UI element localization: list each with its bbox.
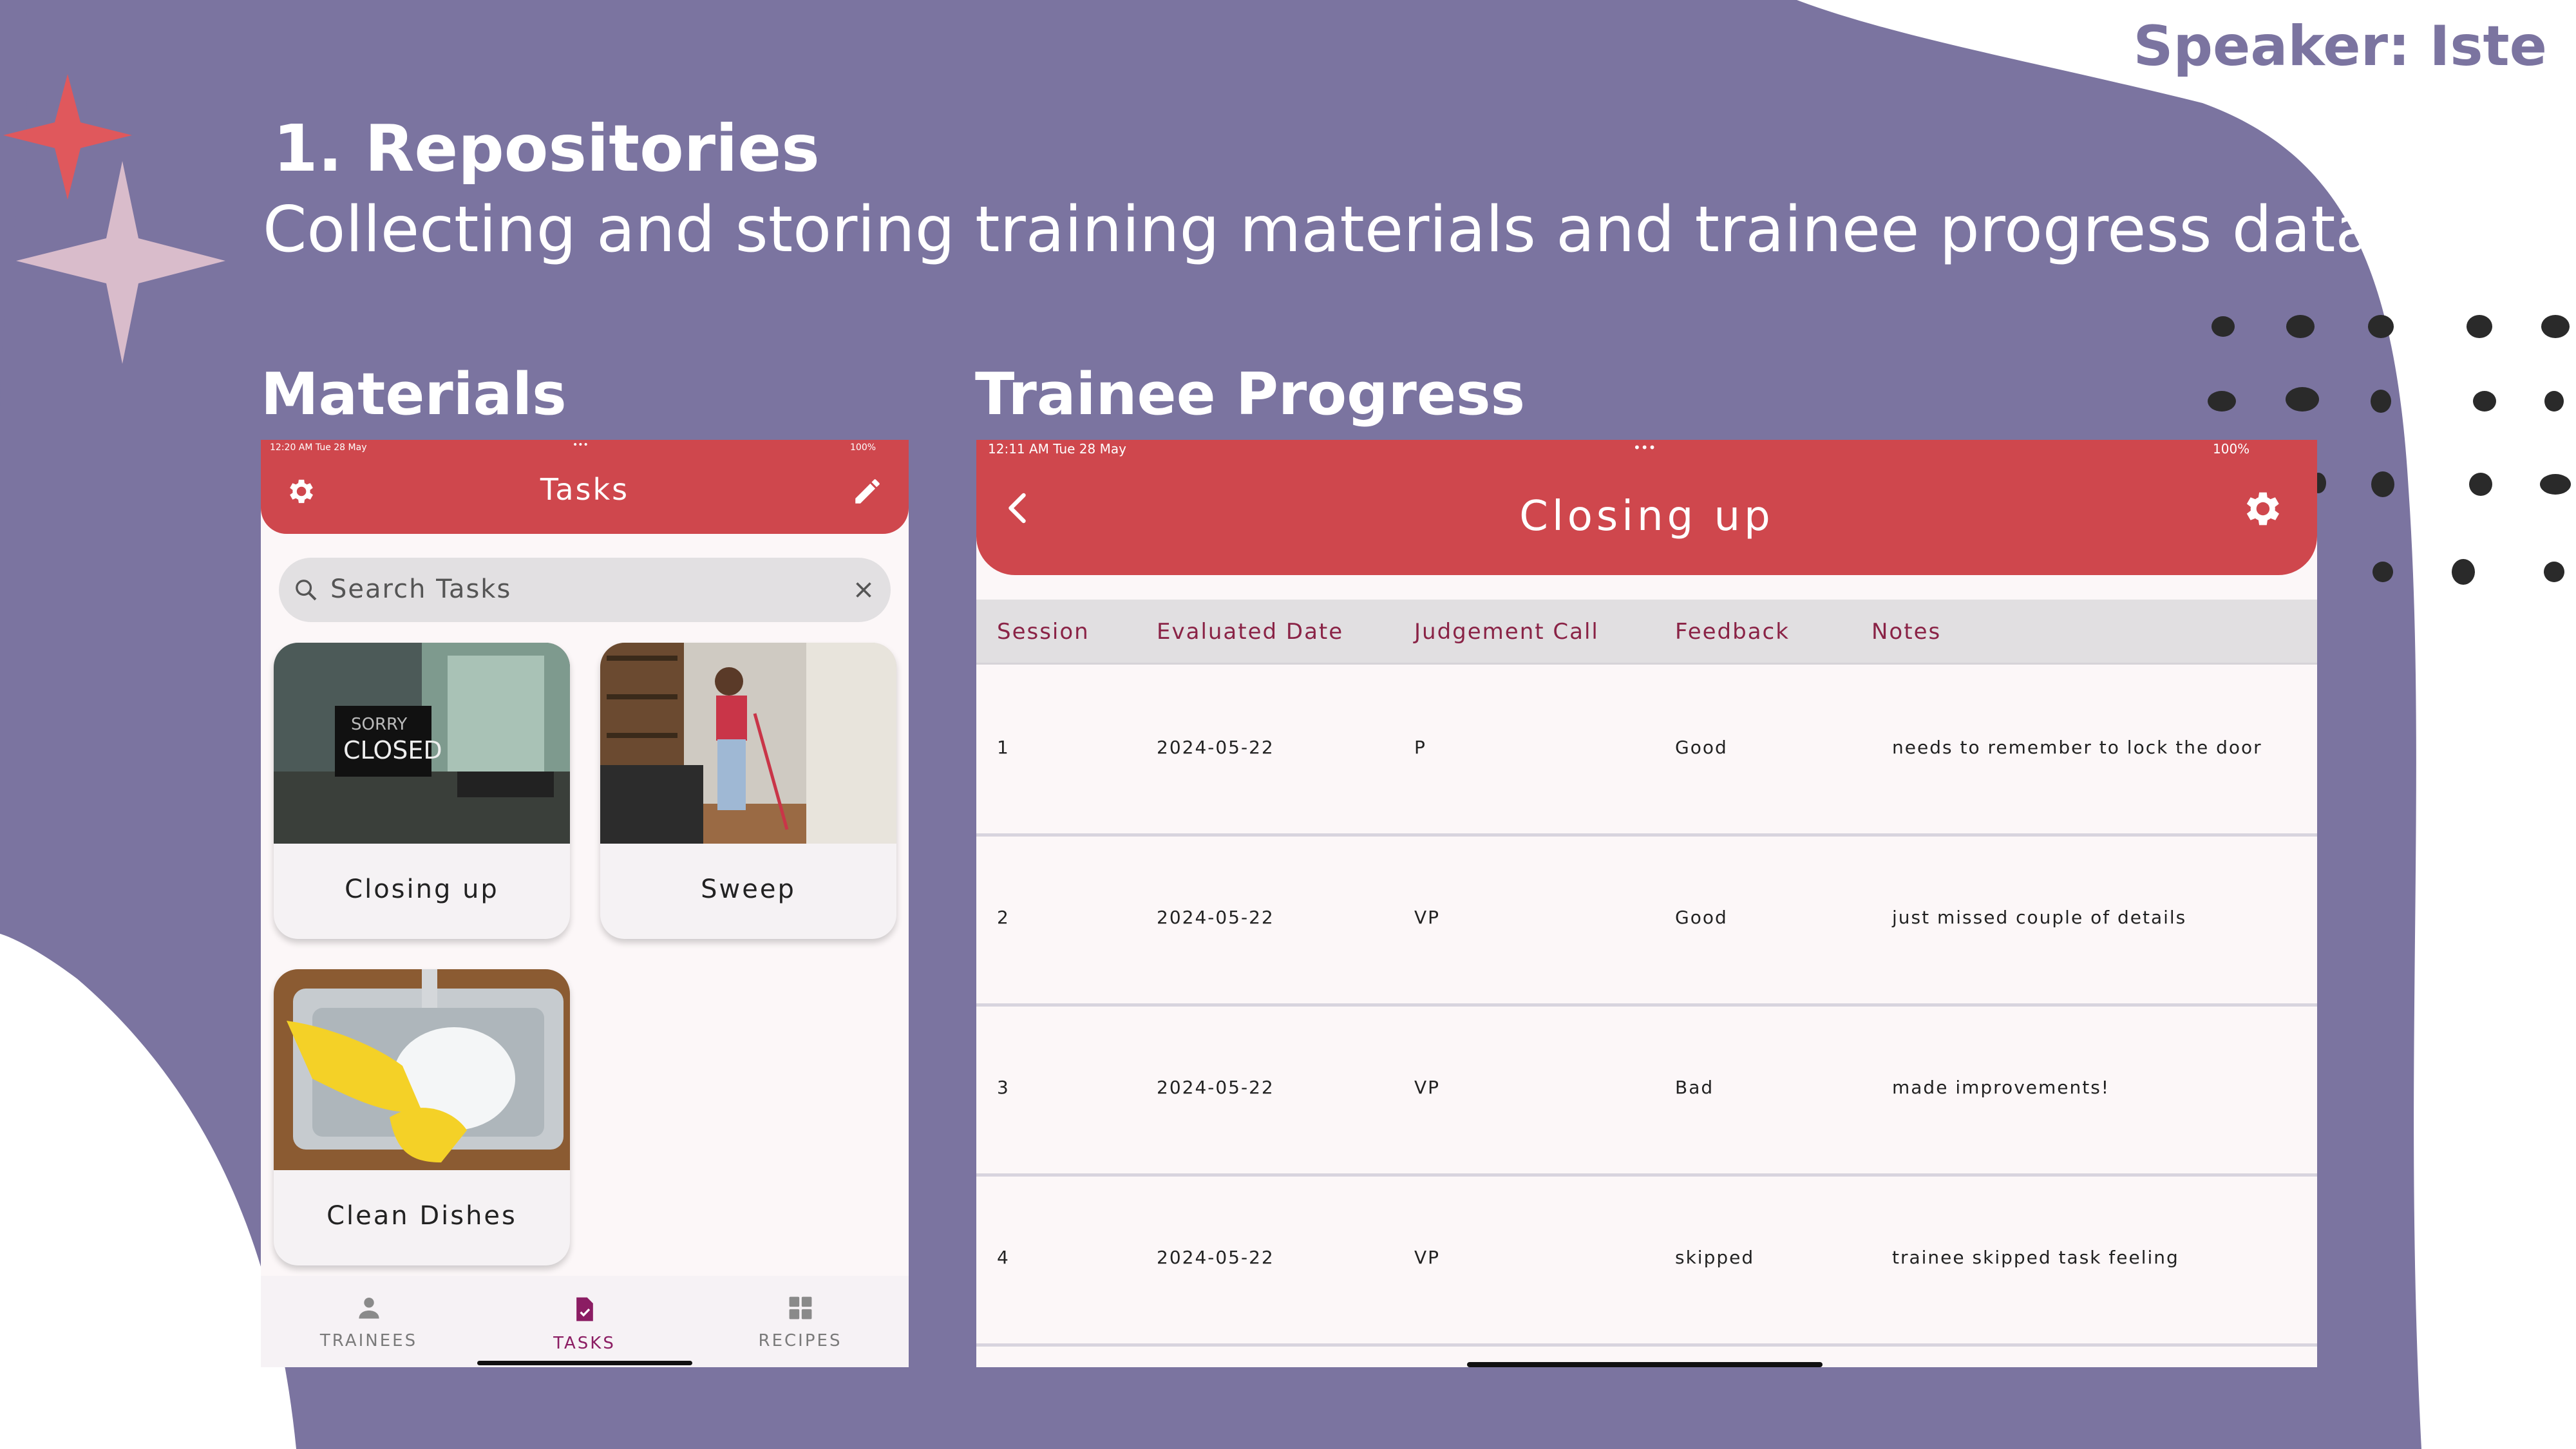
cell-date: 2024-05-22 xyxy=(1157,737,1274,758)
nav-tasks-label: TASKS xyxy=(553,1334,616,1353)
photo-sign-sorry: SORRY xyxy=(351,715,407,734)
edit-pencil-icon[interactable] xyxy=(851,475,884,507)
progress-app-screenshot: 12:11 AM Tue 28 May ••• 100% Closing up … xyxy=(976,440,2317,1367)
grid-icon xyxy=(789,1296,811,1320)
status-dots: ••• xyxy=(1633,440,1656,455)
clear-icon[interactable] xyxy=(852,578,875,601)
photo-sign-closed: CLOSED xyxy=(343,736,442,764)
task-icon xyxy=(576,1297,593,1321)
col-evaluated-date[interactable]: Evaluated Date xyxy=(1157,619,1343,645)
search-icon xyxy=(296,580,317,601)
table-row[interactable]: 2 2024-05-22 VP Good just missed couple … xyxy=(976,835,2317,1007)
cell-notes: trainee skipped task feeling xyxy=(1892,1247,2179,1268)
task-card-label: Closing up xyxy=(345,875,499,904)
nav-recipes-label: RECIPES xyxy=(758,1331,842,1350)
slide-subtitle: Collecting and storing training material… xyxy=(263,193,2374,267)
speaker-credit: Speaker: Iste xyxy=(2133,14,2547,79)
search-placeholder: Search Tasks xyxy=(330,574,512,604)
col-judgement-call[interactable]: Judgement Call xyxy=(1414,619,1599,645)
nav-trainees-label: TRAINEES xyxy=(319,1331,418,1350)
dishwashing-photo xyxy=(274,969,570,1170)
task-card-label: Sweep xyxy=(701,875,796,904)
cell-session: 3 xyxy=(997,1077,1010,1098)
cell-feedback: Good xyxy=(1675,907,1728,928)
slide-heading: 1. Repositories xyxy=(273,111,820,186)
search-input[interactable]: Search Tasks xyxy=(279,558,891,622)
bottom-navigation: TRAINEES TASKS RECIPES xyxy=(261,1276,909,1367)
table-row[interactable]: 4 2024-05-22 VP skipped trainee skipped … xyxy=(976,1175,2317,1347)
cell-notes: made improvements! xyxy=(1892,1077,2110,1098)
cell-date: 2024-05-22 xyxy=(1157,907,1274,928)
nav-tasks[interactable]: TASKS xyxy=(477,1294,692,1353)
task-card-clean-dishes[interactable]: Clean Dishes xyxy=(274,969,570,1265)
cell-session: 2 xyxy=(997,907,1010,928)
closed-sign-photo: SORRY CLOSED xyxy=(274,643,570,844)
tasks-app-screenshot: 12:20 AM Tue 28 May ••• 100% Tasks Searc… xyxy=(261,440,909,1367)
cell-judgement: VP xyxy=(1414,1077,1441,1098)
task-card-closing-up[interactable]: SORRY CLOSED Closing up xyxy=(274,643,570,939)
progress-title: Closing up xyxy=(1519,493,1774,540)
status-time: 12:11 AM Tue 28 May xyxy=(988,441,1126,457)
table-row[interactable]: 1 2024-05-22 P Good needs to remember to… xyxy=(976,665,2317,837)
status-dots: ••• xyxy=(573,440,589,450)
cell-notes: just missed couple of details xyxy=(1892,907,2187,928)
cell-judgement: P xyxy=(1414,737,1426,758)
tasks-app-bar: 12:20 AM Tue 28 May ••• 100% Tasks xyxy=(261,440,909,534)
cell-date: 2024-05-22 xyxy=(1157,1077,1274,1098)
nav-trainees[interactable]: TRAINEES xyxy=(261,1294,477,1350)
col-notes[interactable]: Notes xyxy=(1871,619,1941,645)
sweeping-photo xyxy=(600,643,896,844)
status-battery: 100% xyxy=(2213,441,2250,457)
progress-app-bar: 12:11 AM Tue 28 May ••• 100% Closing up xyxy=(976,440,2317,575)
cell-session: 1 xyxy=(997,737,1010,758)
cell-judgement: VP xyxy=(1414,1247,1441,1268)
cell-notes: needs to remember to lock the door xyxy=(1892,737,2262,758)
status-time: 12:20 AM Tue 28 May xyxy=(270,442,367,453)
cell-feedback: Bad xyxy=(1675,1077,1714,1098)
home-indicator xyxy=(477,1361,692,1365)
nav-recipes[interactable]: RECIPES xyxy=(692,1294,908,1350)
cell-judgement: VP xyxy=(1414,907,1441,928)
trainee-progress-label: Trainee Progress xyxy=(975,361,1526,428)
table-header: Session Evaluated Date Judgement Call Fe… xyxy=(976,600,2317,665)
tasks-title: Tasks xyxy=(540,472,630,507)
cell-date: 2024-05-22 xyxy=(1157,1247,1274,1268)
col-session[interactable]: Session xyxy=(997,619,1090,645)
home-indicator xyxy=(1467,1362,1823,1367)
col-feedback[interactable]: Feedback xyxy=(1675,619,1790,645)
person-icon xyxy=(358,1298,379,1319)
materials-label: Materials xyxy=(261,361,567,428)
task-card-label: Clean Dishes xyxy=(327,1201,517,1231)
cell-session: 4 xyxy=(997,1247,1010,1268)
cell-feedback: Good xyxy=(1675,737,1728,758)
cell-feedback: skipped xyxy=(1675,1247,1755,1268)
status-battery: 100% xyxy=(850,442,876,453)
task-card-sweep[interactable]: Sweep xyxy=(600,643,896,939)
table-row[interactable]: 3 2024-05-22 VP Bad made improvements! xyxy=(976,1005,2317,1177)
gear-icon[interactable] xyxy=(2239,486,2284,531)
